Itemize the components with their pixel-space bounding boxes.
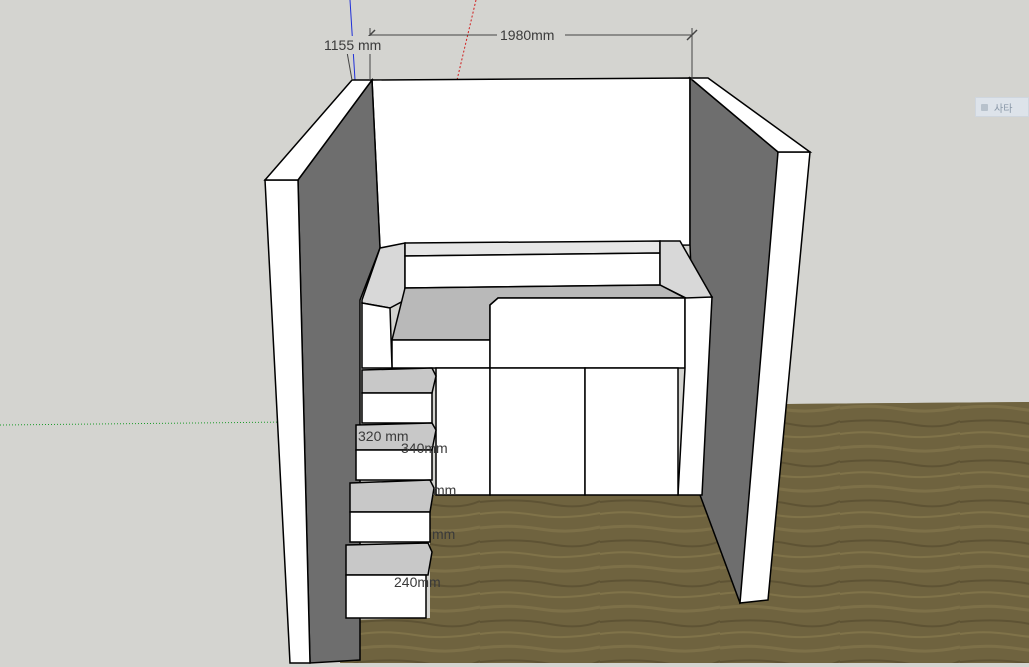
dimension-step-4-label: 240mm (394, 574, 441, 590)
cabinet-door-1[interactable] (435, 367, 491, 496)
side-panel-label: 사타 (994, 103, 1013, 115)
dimension-height-label: 1155 mm (324, 37, 381, 53)
cabinet-door-2[interactable] (489, 367, 586, 496)
sketchup-viewport[interactable]: 1980mm 1155 mm 320 mm 340mm mm mm 240mm … (0, 0, 1029, 667)
back-wall[interactable] (371, 77, 691, 249)
dimension-step-1-label: 340mm (401, 440, 448, 456)
bed-left-post[interactable] (361, 302, 393, 369)
stair-step-1-front[interactable] (361, 392, 433, 424)
3d-model-scene[interactable]: 1980mm 1155 mm 320 mm 340mm mm mm 240mm (0, 0, 1029, 667)
stair-step-4-top[interactable] (345, 542, 433, 576)
dimension-step-3-label: mm (432, 526, 455, 542)
dimension-step-2-label: mm (433, 482, 456, 498)
dimension-width-label: 1980mm (500, 27, 554, 43)
bed-front-guard[interactable] (489, 297, 686, 369)
stair-step-3-top[interactable] (349, 479, 435, 513)
collapsed-side-panel[interactable]: 사타 (975, 97, 1029, 117)
stair-step-3-front[interactable] (349, 511, 431, 543)
stair-step-1-top[interactable] (361, 367, 437, 394)
bed-head-panel[interactable] (404, 252, 661, 289)
bed-front-left-panel[interactable] (391, 339, 491, 369)
cabinet-door-3[interactable] (584, 367, 679, 496)
pin-icon[interactable] (981, 103, 988, 111)
